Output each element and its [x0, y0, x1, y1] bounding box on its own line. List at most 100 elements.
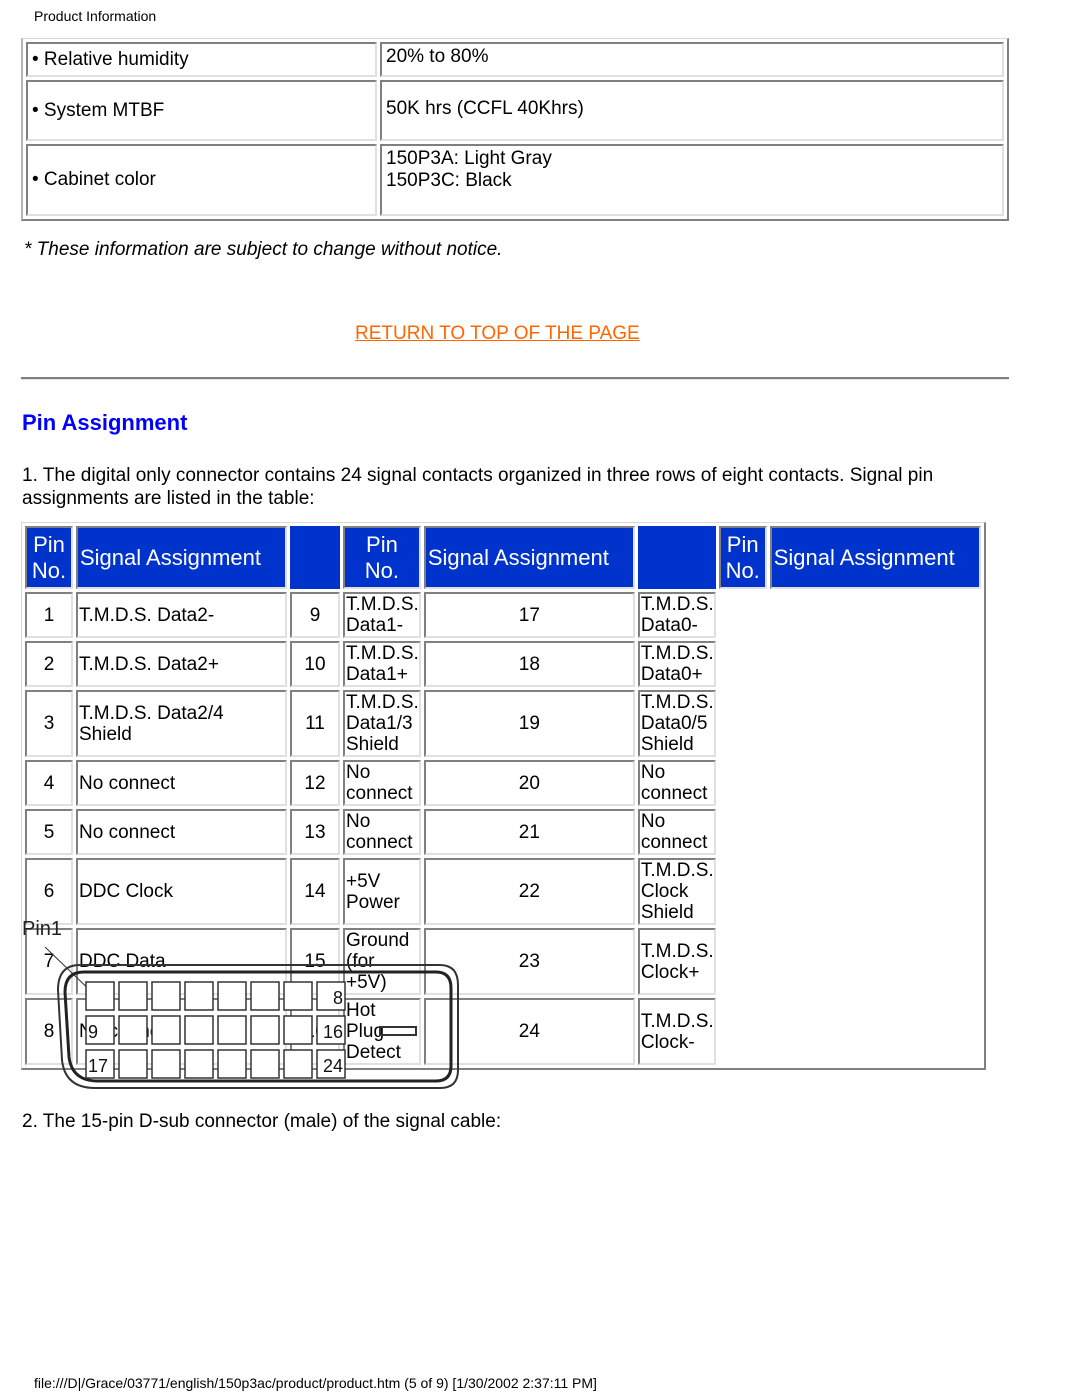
spec-label: • System MTBF — [26, 80, 377, 141]
connector-pin — [217, 1049, 247, 1079]
pin-signal-line: T.M.D.S. Data0+ — [640, 643, 714, 685]
connector-pin — [250, 1049, 280, 1079]
pin-signal: No connect — [343, 760, 421, 806]
spec-value-line: 150P3A: Light Gray — [386, 148, 552, 169]
pin-number: 18 — [423, 641, 635, 687]
connector-pin — [184, 1049, 214, 1079]
connector-pin — [250, 981, 280, 1011]
connector-pin — [283, 1015, 313, 1045]
pin-number: 12 — [290, 760, 340, 806]
pin-signal: No connect — [343, 809, 421, 855]
spec-value-line: 50K hrs (CCFL 40Khrs) — [386, 98, 584, 119]
pin-signal-line: T.M.D.S. Data2+ — [79, 653, 219, 675]
pin-number: 2 — [25, 641, 73, 687]
pin-table-row: 2 T.M.D.S. Data2+ 10 T.M.D.S. Data1+ 18 T.M.D… — [25, 641, 981, 687]
pin-signal: T.M.D.S. Data2- — [76, 592, 287, 638]
pin-signal-line: T.M.D.S. Clock- — [640, 1010, 714, 1053]
pin-signal-line: T.M.D.S. Data1/3 — [346, 692, 419, 734]
pin-number: 11 — [290, 690, 340, 757]
connector-pin — [85, 981, 115, 1011]
pin-signal-line: No connect — [346, 762, 413, 804]
pin-table-row: 5 No connect 13 No connect 21 No connect — [25, 809, 981, 855]
pin-signal-line: No connect — [640, 762, 708, 804]
cable-description: 2. The 15-pin D-sub connector (male) of … — [22, 1111, 502, 1132]
spec-label: • Cabinet color — [26, 144, 377, 216]
pin-signal-line: Shield — [640, 902, 694, 923]
connector-pin — [151, 1049, 181, 1079]
connector-pin — [151, 1015, 181, 1045]
pin-number: 9 — [290, 592, 340, 638]
spec-label: • Relative humidity — [26, 42, 377, 77]
key-slot — [379, 1026, 417, 1036]
connector-pin — [217, 981, 247, 1011]
pin-signal-line: T.M.D.S. Data2/4 — [79, 702, 224, 724]
pin-table-row: 1 T.M.D.S. Data2- 9 T.M.D.S. Data1- 17 T.M.D.… — [25, 592, 981, 638]
pin-signal-line: T.M.D.S. Data0- — [640, 594, 714, 636]
pin-number: 19 — [423, 690, 635, 757]
pin-signal-line: T.M.D.S. Data1+ — [346, 643, 419, 685]
header-signal-assignment: Signal Assignment — [423, 526, 635, 589]
spec-value: 50K hrs (CCFL 40Khrs) — [380, 80, 1004, 141]
connector-pin-label: 9 — [88, 1022, 98, 1042]
connector-pin — [118, 1049, 148, 1079]
spec-value-line: 150P3C: Black — [386, 170, 512, 191]
spec-row: • Cabinet color 150P3A: Light Gray 150P3… — [26, 144, 1004, 216]
header-signal-assignment: Signal Assignment — [76, 526, 287, 589]
pin-signal-line: Shield — [640, 734, 694, 755]
header-pin-no: Pin No. — [25, 526, 73, 589]
column-spacer — [637, 526, 716, 589]
pin-signal-line: No connect — [79, 821, 176, 843]
spec-value-line: 20% to 80% — [386, 46, 489, 67]
connector-pin — [118, 1015, 148, 1045]
connector-pin-label: 16 — [323, 1022, 343, 1042]
pin-number: 5 — [25, 809, 73, 855]
pin-signal: T.M.D.S. Data2/4 Shield — [76, 690, 287, 757]
connector-pin — [184, 1015, 214, 1045]
pin-signal: No connect — [76, 760, 287, 806]
pin-signal-line: T.M.D.S. Clock — [640, 860, 714, 902]
pin-signal: T.M.D.S. Data2+ — [76, 641, 287, 687]
pin-number: 4 — [25, 760, 73, 806]
spec-table: • Relative humidity 20% to 80% • System … — [21, 38, 1009, 221]
pin-table-row: 3 T.M.D.S. Data2/4 Shield 11 T.M.D.S. Data1/… — [25, 690, 981, 757]
connector-pin-label: 17 — [88, 1056, 108, 1076]
pin-signal: T.M.D.S. Clock- — [637, 998, 716, 1065]
column-spacer — [290, 526, 340, 589]
pin-number: 1 — [25, 592, 73, 638]
return-to-top-link[interactable]: RETURN TO TOP OF THE PAGE — [355, 323, 640, 345]
pin-number: 20 — [423, 760, 635, 806]
dvi-connector-diagram: 8 9 16 17 24 — [44, 946, 459, 1089]
section-title: Pin Assignment — [22, 410, 188, 435]
pin-signal-line: Shield — [346, 734, 399, 755]
connector-pin-label: 8 — [333, 988, 343, 1008]
footer-file-path: file:///D|/Grace/03771/english/150p3ac/p… — [34, 1375, 597, 1391]
connector-pin — [250, 1015, 280, 1045]
pin-table-header-row: Pin No. Signal Assignment Pin No. Signal A… — [25, 526, 981, 589]
intro-paragraph: 1. The digital only connector contains 2… — [22, 465, 934, 509]
pin-signal-line: T.M.D.S. Data2- — [79, 604, 215, 626]
pin-signal: T.M.D.S. Data0- — [637, 592, 716, 638]
pin-signal: T.M.D.S. Data0+ — [637, 641, 716, 687]
spec-row: • System MTBF 50K hrs (CCFL 40Khrs) — [26, 80, 1004, 141]
spec-value: 150P3A: Light Gray 150P3C: Black — [380, 144, 1004, 216]
pin-signal: No connect — [637, 760, 716, 806]
pin-signal-line: T.M.D.S. Clock+ — [640, 940, 714, 983]
horizontal-divider — [21, 377, 1009, 380]
connector-pin — [283, 1049, 313, 1079]
connector-pin — [283, 981, 313, 1011]
pin-number: 3 — [25, 690, 73, 757]
change-notice: * These information are subject to chang… — [24, 239, 503, 260]
pin-signal-line: No connect — [79, 772, 176, 794]
pin-signal-line: No connect — [346, 811, 413, 853]
pin-signal: T.M.D.S. Clock Shield — [637, 858, 716, 925]
pin-signal-line: T.M.D.S. Data1- — [346, 594, 419, 636]
pin-signal: No connect — [637, 809, 716, 855]
connector-pin — [184, 981, 214, 1011]
pin-signal-line: T.M.D.S. Data0/5 — [640, 692, 714, 734]
spec-row: • Relative humidity 20% to 80% — [26, 42, 1004, 77]
pin-signal: T.M.D.S. Clock+ — [637, 928, 716, 995]
pin-signal: T.M.D.S. Data0/5 Shield — [637, 690, 716, 757]
connector-pin — [118, 981, 148, 1011]
pin-number: 21 — [423, 809, 635, 855]
pin-number: 17 — [423, 592, 635, 638]
